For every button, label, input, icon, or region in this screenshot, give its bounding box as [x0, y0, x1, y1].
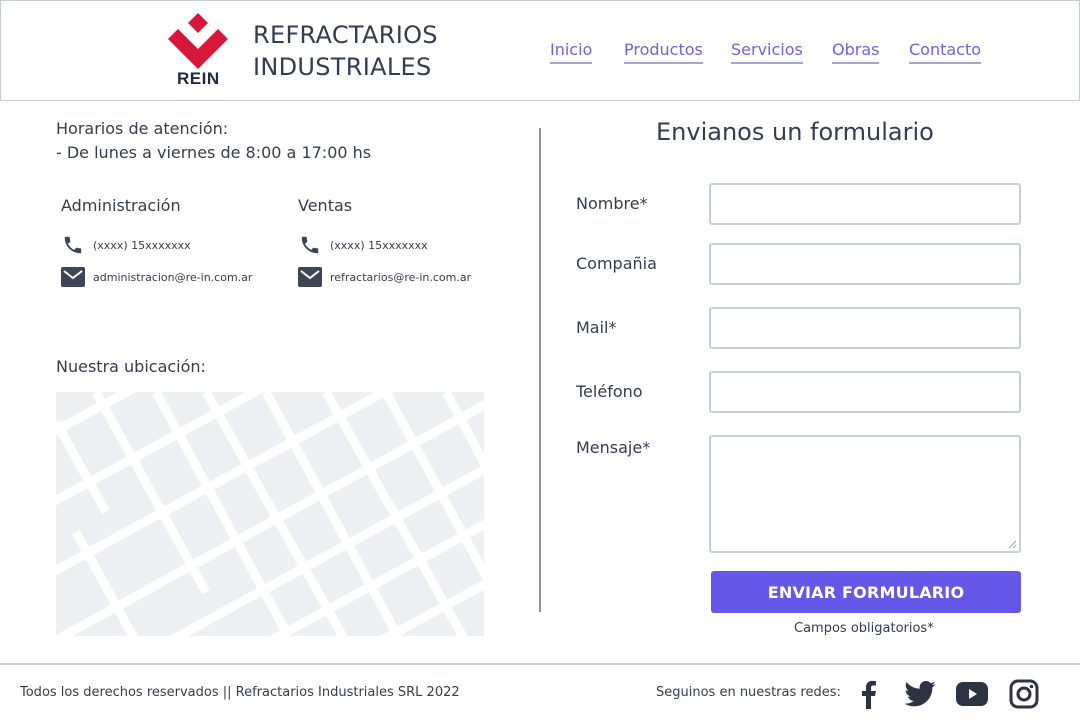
logo-text: REIN [177, 69, 220, 88]
location-map[interactable] [56, 392, 484, 636]
required-fields-note: Campos obligatorios* [794, 621, 934, 636]
map-streets [56, 392, 484, 636]
nav-link-contacto[interactable]: Contacto [909, 39, 982, 64]
brand-line-1: REFRACTARIOS [253, 21, 438, 49]
resize-grip-icon[interactable] [1008, 540, 1017, 549]
mail-icon [61, 265, 85, 289]
phone-icon [298, 233, 322, 257]
sales-phone-text: (xxxx) 15xxxxxxx [330, 238, 428, 252]
location-title: Nuestra ubicación: [56, 357, 206, 376]
social-label: Seguinos en nuestras redes: [656, 685, 841, 700]
nav-link-obras[interactable]: Obras [832, 39, 880, 64]
sales-email[interactable]: refractarios@re-in.com.ar [298, 261, 471, 293]
copyright-text: Todos los derechos reservados || Refract… [20, 685, 460, 700]
nav-link-productos[interactable]: Productos [624, 39, 703, 64]
hours-title: Horarios de atención: [56, 119, 229, 138]
instagram-icon[interactable] [1007, 677, 1041, 711]
sales-email-text: refractarios@re-in.com.ar [330, 270, 472, 284]
hours-detail: - De lunes a viernes de 8:00 a 17:00 hs [56, 143, 372, 162]
column-divider [539, 128, 541, 612]
brand-line-2: INDUSTRIALES [253, 53, 432, 81]
administration-phone-text: (xxxx) 15xxxxxxx [93, 238, 191, 252]
sales-contact: Ventas (xxxx) 15xxxxxxx refractarios@re-… [298, 195, 471, 293]
phone-input[interactable] [709, 371, 1021, 413]
form-title: Envianos un formulario [656, 118, 934, 146]
rein-logo-mark [168, 13, 228, 69]
administration-contact: Administración (xxxx) 15xxxxxxx administ… [61, 195, 252, 293]
business-hours: Horarios de atención: - De lunes a viern… [56, 117, 371, 165]
nav-link-servicios[interactable]: Servicios [731, 39, 803, 64]
phone-label: Teléfono [576, 382, 643, 401]
company-input[interactable] [709, 243, 1021, 285]
sales-title: Ventas [298, 196, 353, 215]
mail-icon [298, 265, 322, 289]
administration-title: Administración [61, 196, 181, 215]
submit-form-button[interactable]: ENVIAR FORMULARIO [711, 571, 1021, 613]
facebook-icon[interactable] [851, 677, 885, 711]
site-footer: Todos los derechos reservados || Refract… [0, 663, 1080, 720]
mail-label: Mail* [576, 318, 617, 337]
sales-phone[interactable]: (xxxx) 15xxxxxxx [298, 229, 471, 261]
mail-input[interactable] [709, 307, 1021, 349]
administration-phone[interactable]: (xxxx) 15xxxxxxx [61, 229, 252, 261]
site-header: REIN REFRACTARIOS INDUSTRIALES Inicio Pr… [0, 0, 1080, 101]
administration-email-text: administracion@re-in.com.ar [93, 270, 253, 284]
phone-icon [61, 233, 85, 257]
rein-logo[interactable]: REIN [167, 13, 231, 91]
brand-name: REFRACTARIOS INDUSTRIALES [253, 19, 438, 83]
company-label: Compañia [576, 254, 657, 273]
administration-email[interactable]: administracion@re-in.com.ar [61, 261, 252, 293]
message-textarea[interactable] [709, 435, 1021, 553]
name-label: Nombre* [576, 194, 648, 213]
twitter-icon[interactable] [903, 677, 937, 711]
name-input[interactable] [709, 183, 1021, 225]
nav-link-inicio[interactable]: Inicio [550, 39, 593, 64]
message-label: Mensaje* [576, 438, 651, 457]
youtube-icon[interactable] [955, 677, 989, 711]
